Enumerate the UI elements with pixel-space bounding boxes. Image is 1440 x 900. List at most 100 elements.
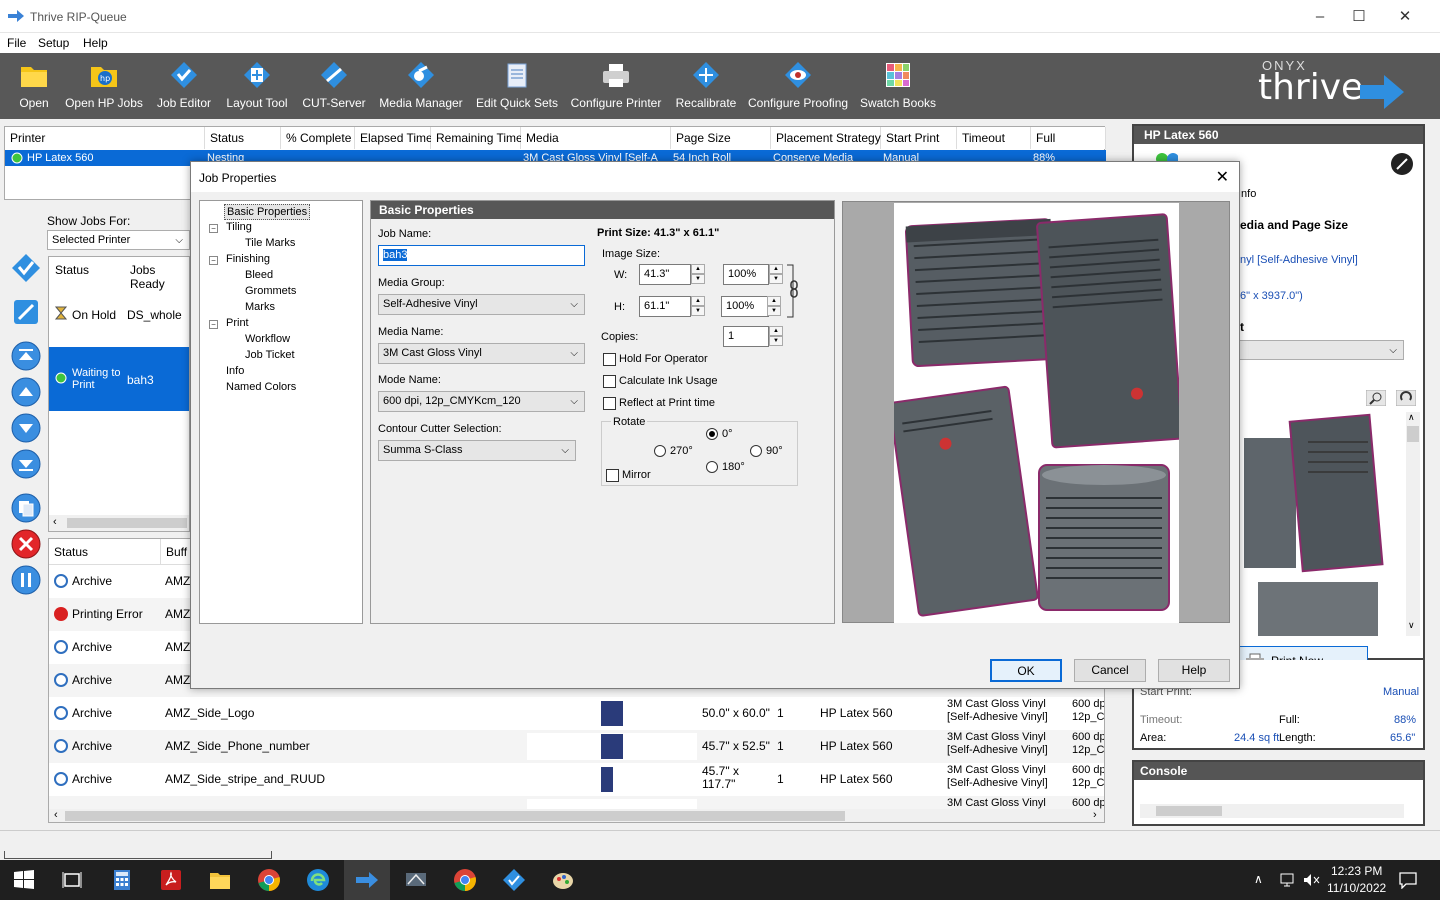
tree-item-grommets[interactable]: Grommets (243, 284, 298, 298)
scroll-thumb[interactable] (1156, 806, 1222, 816)
layout-tool-button[interactable]: Layout Tool (224, 53, 290, 119)
zoom-icon[interactable] (1366, 390, 1386, 406)
task-view-icon[interactable] (60, 868, 84, 892)
mode-name-select[interactable]: 600 dpi, 12p_CMYKcm_120 ⌵ (378, 391, 585, 412)
delete-job-icon[interactable] (10, 528, 42, 560)
rotate-180-radio[interactable] (706, 461, 718, 473)
ok-button[interactable]: OK (990, 659, 1062, 682)
rotate-preview-icon[interactable] (1396, 390, 1416, 406)
swatch-books-button[interactable]: Swatch Books (858, 53, 938, 119)
open-hp-jobs-button[interactable]: hp Open HP Jobs (64, 53, 144, 119)
col-media[interactable]: Media (521, 127, 671, 149)
contour-cutter-select[interactable]: Summa S-Class ⌵ (378, 440, 576, 461)
dialog-close-icon[interactable]: ✕ (1216, 167, 1229, 187)
paint-icon[interactable] (551, 868, 575, 892)
tree-item-basic-properties[interactable]: Basic Properties (224, 204, 311, 220)
copies-spinner[interactable]: ▲ ▼ (769, 326, 783, 347)
jobs-horizontal-scrollbar[interactable]: ‹ › (49, 809, 1104, 822)
tree-collapse-toggle[interactable]: − (209, 256, 218, 265)
menu-help[interactable]: Help (83, 36, 108, 50)
edit-job-icon[interactable] (10, 296, 42, 328)
move-down-icon[interactable] (10, 412, 42, 444)
scroll-thumb[interactable] (67, 518, 187, 528)
copies-input[interactable]: 1 (723, 326, 769, 347)
hold-for-operator-checkbox[interactable] (603, 353, 616, 366)
chrome-icon-2[interactable] (453, 868, 477, 892)
tree-item-job-ticket[interactable]: Job Ticket (243, 348, 297, 362)
clock-time[interactable]: 12:23 PM (1331, 864, 1382, 878)
media-name-select[interactable]: 3M Cast Gloss Vinyl ⌵ (378, 343, 585, 364)
media-manager-button[interactable]: Media Manager (378, 53, 464, 119)
notifications-icon[interactable] (1398, 871, 1418, 889)
network-icon[interactable] (1278, 872, 1296, 888)
col-status-header[interactable]: Status (55, 263, 89, 277)
job-name-input[interactable]: bah3 (378, 245, 585, 266)
reflect-print-time-checkbox[interactable] (603, 397, 616, 410)
width-percent-spinner[interactable]: ▲ ▼ (769, 264, 783, 285)
panel-select[interactable]: ⌵ (1238, 340, 1404, 360)
col-full[interactable]: Full (1031, 127, 1106, 149)
configure-proofing-button[interactable]: Configure Proofing (748, 53, 848, 119)
show-jobs-select[interactable]: Selected Printer ⌵ (47, 230, 190, 250)
acrobat-icon[interactable] (159, 868, 183, 892)
media-group-select[interactable]: Self-Adhesive Vinyl ⌵ (378, 294, 585, 315)
cancel-button[interactable]: Cancel (1074, 659, 1146, 682)
calculate-ink-checkbox[interactable] (603, 375, 616, 388)
move-up-icon[interactable] (10, 376, 42, 408)
tree-item-info[interactable]: Info (224, 364, 246, 378)
console-scrollbar[interactable] (1140, 804, 1404, 818)
table-row[interactable]: Archive AMZ_Side_stripe_and_RUUD 1 HP Latex… (49, 763, 1104, 796)
display-settings-icon[interactable] (404, 868, 428, 892)
width-spinner[interactable]: ▲ ▼ (691, 264, 705, 285)
width-percent-input[interactable]: 100% (723, 264, 769, 285)
tree-item-finishing[interactable]: Finishing (224, 252, 272, 266)
volume-muted-icon[interactable] (1302, 872, 1320, 888)
tree-item-print[interactable]: Print (224, 316, 251, 330)
height-spinner[interactable]: ▲ ▼ (691, 296, 705, 317)
tree-item-tiling[interactable]: Tiling (224, 220, 254, 234)
height-percent-spinner[interactable]: ▲ ▼ (767, 296, 781, 317)
tree-item-marks[interactable]: Marks (243, 300, 277, 314)
cut-server-button[interactable]: CUT-Server (300, 53, 368, 119)
col-printer[interactable]: Printer (5, 127, 205, 149)
width-input[interactable]: 41.3" (639, 264, 691, 285)
col-job-status[interactable]: Status (49, 539, 161, 565)
clock-date[interactable]: 11/10/2022 (1327, 881, 1386, 895)
table-row[interactable]: Archive AMZ_Side_Logo 1 HP Latex 560 3M Cast… (49, 697, 1104, 730)
calculator-icon[interactable] (110, 868, 134, 892)
move-bottom-icon[interactable] (10, 448, 42, 480)
rotate-90-radio[interactable] (750, 445, 762, 457)
maximize-button[interactable]: ☐ (1336, 0, 1382, 33)
list-item[interactable]: On Hold DS_whole (49, 297, 189, 331)
recalibrate-button[interactable]: Recalibrate (672, 53, 740, 119)
tree-collapse-toggle[interactable]: − (209, 224, 218, 233)
horizontal-scrollbar[interactable]: ‹ (49, 515, 189, 531)
col-jobs-ready-header[interactable]: Jobs Ready (130, 263, 189, 291)
rotate-270-radio[interactable] (654, 445, 666, 457)
tree-item-named-colors[interactable]: Named Colors (224, 380, 298, 394)
edit-quick-sets-button[interactable]: Edit Quick Sets (474, 53, 560, 119)
tree-item-workflow[interactable]: Workflow (243, 332, 292, 346)
open-button[interactable]: Open (12, 53, 56, 119)
col-page-size[interactable]: Page Size (671, 127, 771, 149)
pause-icon[interactable] (10, 564, 42, 596)
height-percent-input[interactable]: 100% (721, 296, 769, 317)
move-top-icon[interactable] (10, 340, 42, 372)
rotate-0-radio[interactable] (706, 428, 718, 440)
chrome-icon[interactable] (257, 868, 281, 892)
link-aspect-icon[interactable] (785, 263, 799, 319)
windows-start-icon[interactable] (12, 868, 36, 892)
job-editor-taskbar-icon[interactable] (502, 868, 526, 892)
col-status[interactable]: Status (205, 127, 281, 149)
tree-item-tile-marks[interactable]: Tile Marks (243, 236, 297, 250)
col-start-print[interactable]: Start Print (881, 127, 957, 149)
info-tab[interactable]: Info (1238, 188, 1256, 200)
table-row[interactable]: Archive AMZ_Side_Phone_number 1 HP Latex 56… (49, 730, 1104, 763)
panel-vertical-scrollbar[interactable]: ∧ ∨ (1406, 412, 1420, 636)
help-button[interactable]: Help (1158, 659, 1230, 682)
tree-item-bleed[interactable]: Bleed (243, 268, 275, 282)
list-item-selected[interactable]: Waiting to Print bah3 (49, 347, 189, 411)
scroll-thumb[interactable] (1407, 426, 1419, 442)
tray-overflow-icon[interactable]: ∧ (1254, 872, 1263, 886)
col-timeout[interactable]: Timeout (957, 127, 1031, 149)
